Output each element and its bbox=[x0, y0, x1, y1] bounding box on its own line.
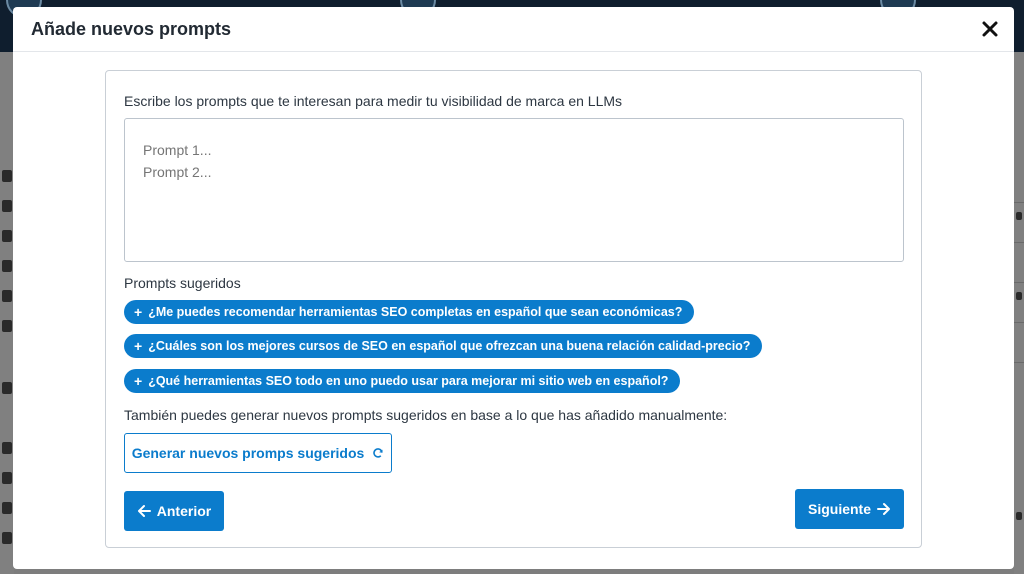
prompts-input[interactable] bbox=[124, 118, 904, 262]
generate-button-label: Generar nuevos promps sugeridos bbox=[131, 445, 365, 461]
refresh-icon bbox=[372, 447, 384, 459]
plus-icon: + bbox=[134, 373, 143, 389]
plus-icon: + bbox=[134, 338, 143, 354]
background-right-panel bbox=[1014, 52, 1024, 574]
plus-icon: + bbox=[134, 304, 143, 320]
modal-title: Añade nuevos prompts bbox=[31, 19, 232, 39]
prompts-panel: Escribe los prompts que te interesan par… bbox=[105, 70, 922, 548]
suggested-prompt-text: ¿Cuáles son los mejores cursos de SEO en… bbox=[148, 339, 751, 353]
modal-header: Añade nuevos prompts bbox=[13, 7, 1014, 52]
suggested-prompts-label: Prompts sugeridos bbox=[124, 275, 241, 291]
suggested-prompt-text: ¿Me puedes recomendar herramientas SEO c… bbox=[148, 305, 683, 319]
suggested-prompt-text: ¿Qué herramientas SEO todo en uno puedo … bbox=[148, 374, 669, 388]
background-sidebar bbox=[0, 52, 14, 574]
suggested-prompt-chip[interactable]: + ¿Me puedes recomendar herramientas SEO… bbox=[124, 300, 695, 324]
suggested-prompt-chip[interactable]: + ¿Cuáles son los mejores cursos de SEO … bbox=[124, 334, 763, 358]
close-icon bbox=[982, 21, 998, 37]
generate-suggestions-button[interactable]: Generar nuevos promps sugeridos bbox=[124, 433, 392, 473]
next-button[interactable]: Siguiente bbox=[795, 489, 904, 529]
intro-text: Escribe los prompts que te interesan par… bbox=[124, 93, 623, 109]
next-button-label: Siguiente bbox=[807, 501, 871, 517]
arrow-left-icon bbox=[137, 504, 151, 518]
generate-hint-text: También puedes generar nuevos prompts su… bbox=[124, 407, 728, 423]
add-prompts-modal: Añade nuevos prompts Escribe los prompts… bbox=[13, 7, 1014, 569]
suggested-prompt-chip[interactable]: + ¿Qué herramientas SEO todo en uno pued… bbox=[124, 369, 681, 393]
previous-button[interactable]: Anterior bbox=[124, 491, 224, 531]
previous-button-label: Anterior bbox=[156, 503, 212, 519]
close-button[interactable] bbox=[980, 19, 1000, 39]
arrow-right-icon bbox=[877, 502, 891, 516]
